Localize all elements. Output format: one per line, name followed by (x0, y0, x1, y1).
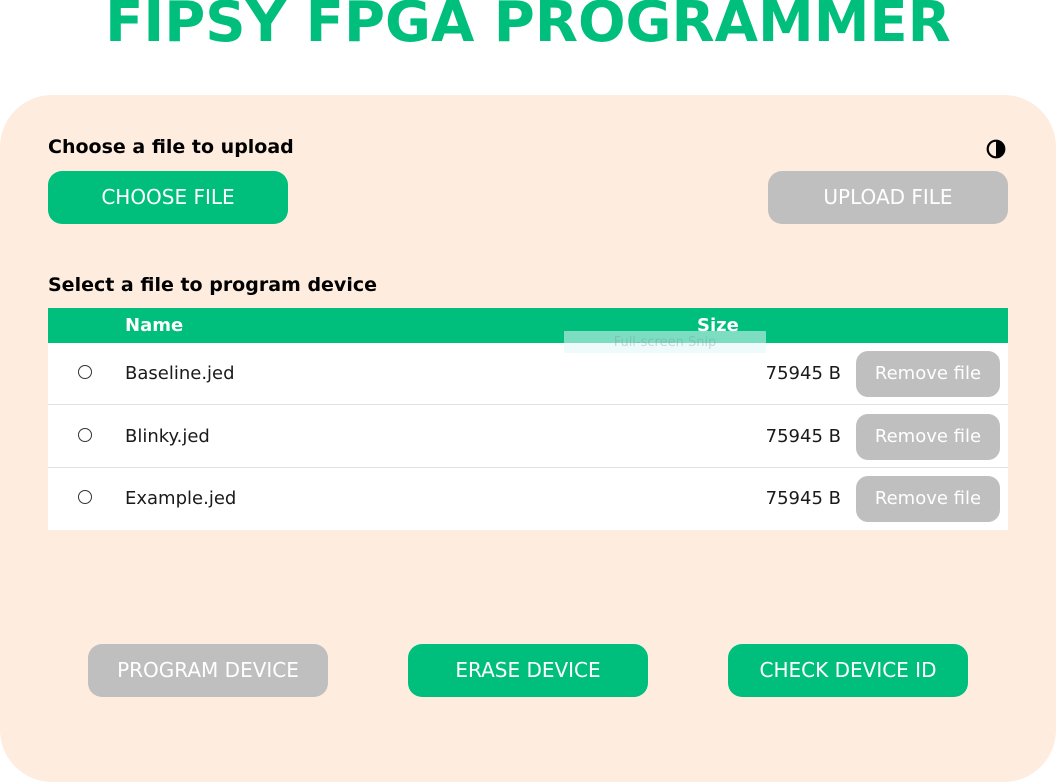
program-device-button[interactable]: PROGRAM DEVICE (88, 644, 328, 697)
file-radio[interactable] (78, 428, 92, 442)
remove-file-button[interactable]: Remove file (856, 476, 1000, 522)
page-title: FIPSY FPGA PROGRAMMER (105, 0, 951, 55)
remove-file-button[interactable]: Remove file (856, 414, 1000, 460)
upload-file-button[interactable]: UPLOAD FILE (768, 171, 1008, 224)
file-size: 75945 B (765, 426, 841, 447)
file-size: 75945 B (765, 363, 841, 384)
files-table: Name Size Baseline.jed 75945 B Remove fi… (48, 308, 1008, 530)
contrast-icon[interactable] (986, 139, 1006, 159)
check-device-id-button[interactable]: CHECK DEVICE ID (728, 644, 968, 697)
table-header: Name Size (48, 308, 1008, 343)
column-header-name: Name (125, 315, 184, 336)
file-name: Baseline.jed (125, 363, 235, 384)
upload-heading: Choose a file to upload (48, 136, 294, 158)
snip-overlay: Full-screen Snip (564, 331, 766, 353)
table-row: Baseline.jed 75945 B Remove file (48, 343, 1008, 405)
table-row: Blinky.jed 75945 B Remove file (48, 406, 1008, 468)
row-divider (48, 404, 1008, 405)
file-name: Example.jed (125, 488, 237, 509)
erase-device-button[interactable]: ERASE DEVICE (408, 644, 648, 697)
file-radio[interactable] (78, 490, 92, 504)
files-heading: Select a file to program device (48, 274, 377, 296)
remove-file-button[interactable]: Remove file (856, 351, 1000, 397)
choose-file-button[interactable]: CHOOSE FILE (48, 171, 288, 224)
file-name: Blinky.jed (125, 426, 210, 447)
table-row: Example.jed 75945 B Remove file (48, 468, 1008, 530)
file-radio[interactable] (78, 365, 92, 379)
file-size: 75945 B (765, 488, 841, 509)
page: FIPSY FPGA PROGRAMMER Choose a file to u… (0, 0, 1056, 782)
